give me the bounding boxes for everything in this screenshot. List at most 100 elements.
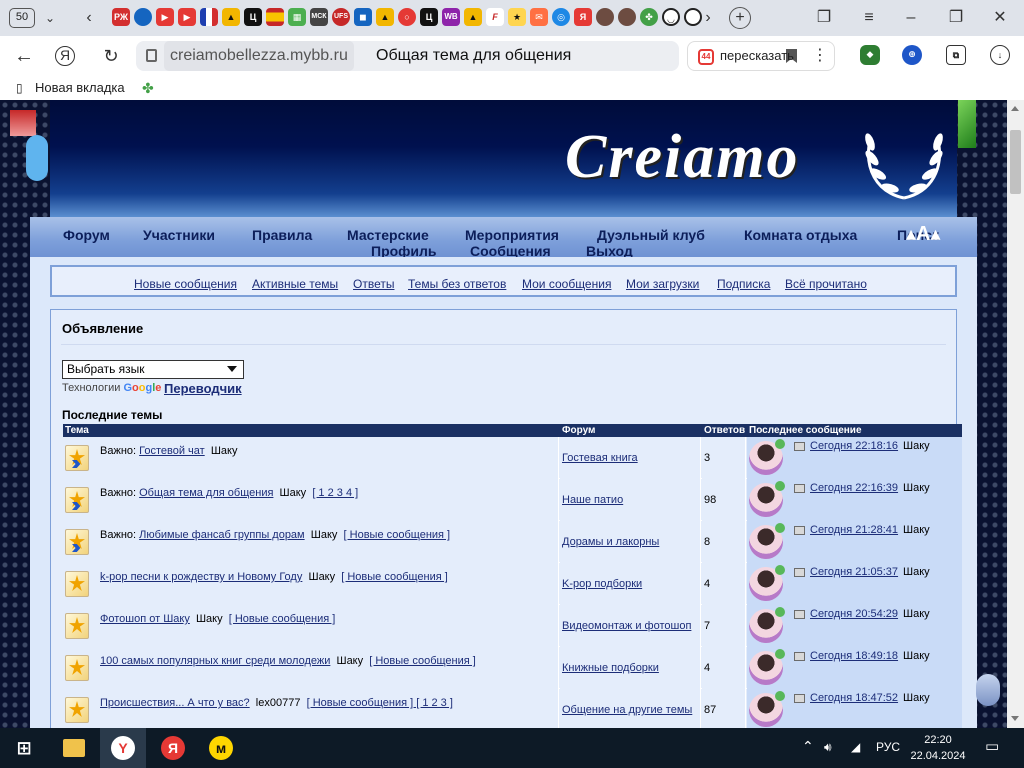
tab-favicon-grid-icon[interactable]: ▦ <box>288 8 306 26</box>
new-tab-plus-icon[interactable]: + <box>729 7 751 29</box>
nav-duel-club[interactable]: Дуэльный клуб <box>597 227 705 243</box>
subnav-unanswered[interactable]: Темы без ответов <box>408 277 506 291</box>
tab-favicon-f-icon[interactable]: F <box>486 8 504 26</box>
tab-favicon-flag-es-icon[interactable] <box>266 8 284 26</box>
tab-favicon-kinopoisk-icon[interactable]: ▲ <box>222 8 240 26</box>
network-icon[interactable]: ◢ <box>851 740 860 754</box>
topic-pages-or-new[interactable]: [ Новые сообщения ] <box>369 655 476 667</box>
retell-button[interactable]: 44 пересказать ⋮ <box>687 41 835 71</box>
minimize-icon[interactable]: – <box>899 6 923 30</box>
back-arrow-icon[interactable]: ← <box>12 44 36 68</box>
subnav-new-posts[interactable]: Новые сообщения <box>134 277 237 291</box>
tab-favicon-clover-icon[interactable]: ✤ <box>640 8 658 26</box>
subnav-subscriptions[interactable]: Подписка <box>717 277 770 291</box>
topic-title-link[interactable]: Гостевой чат <box>139 445 205 457</box>
chevron-down-icon[interactable]: ⌄ <box>38 6 62 30</box>
tab-favicon-ts-icon[interactable]: Ц <box>420 8 438 26</box>
bookmarks-collection-icon[interactable]: ❐ <box>812 6 836 30</box>
extensions-icon[interactable]: ⧉ <box>946 45 966 65</box>
volume-icon[interactable]: 🔊︎ <box>824 740 832 755</box>
topic-title-link[interactable]: Фотошоп от Шаку <box>100 613 190 625</box>
avatar[interactable] <box>749 481 785 517</box>
nav-forum[interactable]: Форум <box>63 227 110 243</box>
forum-link[interactable]: Дорамы и лакорны <box>562 536 659 548</box>
restore-window-icon[interactable]: ❐ <box>944 6 968 30</box>
scroll-up-arrow-icon[interactable] <box>1011 106 1019 111</box>
tab-favicon-mail-icon[interactable]: ✉ <box>530 8 548 26</box>
tray-chevron-up-icon[interactable]: ⌃ <box>802 738 814 755</box>
bookmark-item[interactable]: Новая вкладка <box>35 80 125 96</box>
tab-favicon-active-icon[interactable]: ◎ <box>552 8 570 26</box>
avatar[interactable] <box>749 691 785 727</box>
subnav-my-uploads[interactable]: Мои загрузки <box>626 277 699 291</box>
avatar[interactable] <box>749 439 785 475</box>
topic-pages-or-new[interactable]: [ 1 2 3 4 ] <box>312 487 358 499</box>
tabs-scroll-left-icon[interactable]: ‹ <box>77 6 101 30</box>
topic-title-link[interactable]: 100 самых популярных книг среди молодежи <box>100 655 330 667</box>
subnav-my-posts[interactable]: Мои сообщения <box>522 277 611 291</box>
yandex-app-icon[interactable]: Я <box>161 736 185 760</box>
subnav-replies[interactable]: Ответы <box>353 277 394 291</box>
language-select[interactable]: Выбрать язык <box>62 360 244 379</box>
tab-favicon-star-icon[interactable]: ★ <box>508 8 526 26</box>
tab-favicon-ufs-icon[interactable]: UFS <box>332 8 350 26</box>
last-post-time-link[interactable]: Сегодня 20:54:29 <box>810 608 898 620</box>
tab-favicon-msk-icon[interactable]: МСК <box>310 8 328 26</box>
google-translate-link[interactable]: Переводчик <box>164 381 242 396</box>
forum-link[interactable]: Наше патио <box>562 494 623 506</box>
topic-title-link[interactable]: Происшествия... А что у вас? <box>100 697 250 709</box>
forum-link[interactable]: Общение на другие темы <box>562 704 692 716</box>
lock-icon[interactable] <box>146 49 157 62</box>
nav-events[interactable]: Мероприятия <box>465 227 559 243</box>
forum-link[interactable]: Гостевая книга <box>562 452 638 464</box>
tab-favicon-kinopoisk-icon[interactable]: ▲ <box>464 8 482 26</box>
forum-link[interactable]: Книжные подборки <box>562 662 659 674</box>
tab-favicon-avatar-icon[interactable] <box>596 8 614 26</box>
input-language[interactable]: РУС <box>876 740 900 754</box>
last-post-time-link[interactable]: Сегодня 21:28:41 <box>810 524 898 536</box>
tab-favicon-flag-fr-icon[interactable] <box>200 8 218 26</box>
topic-pages-or-new[interactable]: [ Новые сообщения ] <box>344 529 451 541</box>
tab-favicon-ring-icon[interactable]: ○ <box>398 8 416 26</box>
nav-lounge[interactable]: Комната отдыха <box>744 227 857 243</box>
subnav-active-topics[interactable]: Активные темы <box>252 277 338 291</box>
protect-shield-icon[interactable]: ◆ <box>860 45 880 65</box>
topic-pages-or-new[interactable]: [ Новые сообщения ] [ 1 2 3 ] <box>307 697 453 709</box>
close-window-icon[interactable]: ✕ <box>988 6 1012 30</box>
tab-favicon-rzd-icon[interactable]: РЖ <box>112 8 130 26</box>
topic-title-link[interactable]: Общая тема для общения <box>139 487 273 499</box>
topic-title-link[interactable]: Любимые фансаб группы дорам <box>139 529 305 541</box>
avatar[interactable] <box>749 649 785 685</box>
download-icon[interactable]: ↓ <box>990 45 1010 65</box>
font-size-control-icon[interactable]: ▴A▴ <box>906 221 941 246</box>
avatar[interactable] <box>749 523 785 559</box>
tab-favicon-yandex-icon[interactable]: Я <box>574 8 592 26</box>
vpn-globe-icon[interactable]: ⊕ <box>902 45 922 65</box>
scroll-down-arrow-icon[interactable] <box>1011 716 1019 721</box>
clover-bookmark-icon[interactable]: ✤ <box>142 80 154 96</box>
yandex-browser-icon[interactable]: Y <box>111 736 135 760</box>
windows-start-icon[interactable]: ⊞ <box>12 736 36 760</box>
scroll-down-orb-icon[interactable] <box>976 674 1000 706</box>
scrollbar-thumb[interactable] <box>1010 130 1021 194</box>
yandex-logo-icon[interactable]: Я <box>55 46 75 66</box>
last-post-time-link[interactable]: Сегодня 18:47:52 <box>810 692 898 704</box>
tab-favicon-wb-icon[interactable]: WB <box>442 8 460 26</box>
topic-title-link[interactable]: k-pop песни к рождеству и Новому Году <box>100 571 302 583</box>
tab-favicon-smile-icon[interactable]: ◡ <box>662 8 680 26</box>
yandex-market-icon[interactable]: м <box>209 736 233 760</box>
last-post-time-link[interactable]: Сегодня 22:18:16 <box>810 440 898 452</box>
topic-pages-or-new[interactable]: [ Новые сообщения ] <box>341 571 448 583</box>
last-post-time-link[interactable]: Сегодня 22:16:39 <box>810 482 898 494</box>
last-post-time-link[interactable]: Сегодня 21:05:37 <box>810 566 898 578</box>
avatar[interactable] <box>749 565 785 601</box>
tab-favicon-youtube-icon[interactable]: ▶ <box>156 8 174 26</box>
nav-workshops[interactable]: Мастерские <box>347 227 429 243</box>
file-explorer-icon[interactable] <box>63 739 85 757</box>
topic-pages-or-new[interactable]: [ Новые сообщения ] <box>229 613 336 625</box>
tab-favicon-kinopoisk-icon[interactable]: ▲ <box>376 8 394 26</box>
tab-favicon-ts-icon[interactable]: Ц <box>244 8 262 26</box>
tab-favicon-youtube-icon[interactable]: ▶ <box>178 8 196 26</box>
forum-link[interactable]: K-pop подборки <box>562 578 642 590</box>
reload-icon[interactable]: ↻ <box>99 44 123 68</box>
